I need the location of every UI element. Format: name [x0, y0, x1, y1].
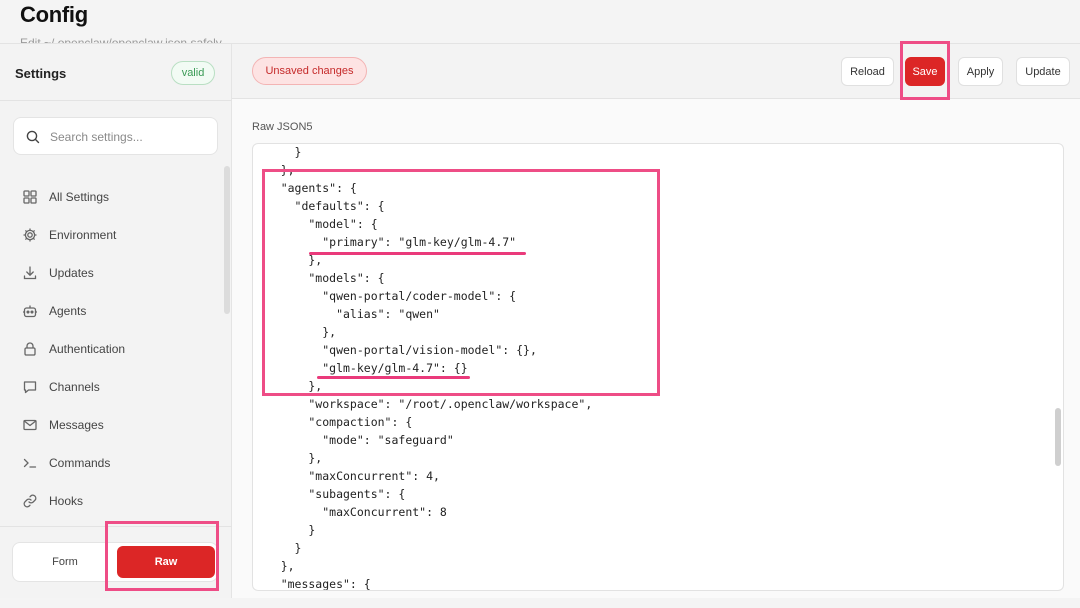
- search-box[interactable]: [13, 117, 218, 155]
- sidebar-header: Settings valid: [0, 44, 232, 100]
- sidebar-item-label: Messages: [49, 418, 104, 432]
- terminal-icon: [21, 455, 38, 472]
- sidebar-item-agents[interactable]: Agents: [0, 292, 224, 330]
- sidebar-title: Settings: [15, 66, 67, 81]
- status-badge: valid: [171, 61, 215, 85]
- sidebar: Settings valid All Settings Environment: [0, 44, 232, 598]
- sidebar-item-environment[interactable]: Environment: [0, 216, 224, 254]
- code-line: },: [253, 559, 295, 573]
- toolbar: Unsaved changes Reload Save Apply Update: [232, 44, 1080, 99]
- reload-button[interactable]: Reload: [841, 57, 894, 86]
- sidebar-item-label: Hooks: [49, 494, 84, 508]
- search-input[interactable]: [50, 126, 210, 148]
- sidebar-item-channels[interactable]: Channels: [0, 368, 224, 406]
- glm-model-underline: [317, 376, 470, 379]
- code-line: "maxConcurrent": 8: [253, 505, 447, 519]
- raw-highlight-box: [105, 521, 219, 591]
- update-button[interactable]: Update: [1016, 57, 1070, 86]
- search-icon: [25, 129, 41, 145]
- code-line: }: [253, 541, 302, 555]
- download-icon: [21, 265, 38, 282]
- sidebar-item-updates[interactable]: Updates: [0, 254, 224, 292]
- sidebar-item-all-settings[interactable]: All Settings: [0, 178, 224, 216]
- code-line: "workspace": "/root/.openclaw/workspace"…: [253, 397, 593, 411]
- sidebar-item-label: Agents: [49, 304, 87, 318]
- code-line: "messages": {: [253, 577, 371, 591]
- mail-icon: [21, 417, 38, 434]
- sidebar-divider: [0, 100, 232, 101]
- lock-icon: [21, 341, 38, 358]
- sidebar-item-authentication[interactable]: Authentication: [0, 330, 224, 368]
- agents-highlight-box: [262, 169, 660, 396]
- page-title: Config: [20, 2, 88, 27]
- sidebar-item-label: Commands: [49, 456, 111, 470]
- code-line: }: [253, 523, 316, 537]
- code-line: "maxConcurrent": 4,: [253, 469, 440, 483]
- unsaved-changes-badge: Unsaved changes: [252, 57, 367, 85]
- apply-button[interactable]: Apply: [958, 57, 1003, 86]
- sidebar-item-commands[interactable]: Commands: [0, 444, 224, 482]
- code-line: "compaction": {: [253, 415, 413, 429]
- save-highlight-box: [900, 41, 950, 100]
- sidebar-item-label: Environment: [49, 228, 117, 242]
- robot-icon: [21, 303, 38, 320]
- sidebar-item-label: Updates: [49, 266, 94, 280]
- sidebar-item-messages[interactable]: Messages: [0, 406, 224, 444]
- editor-scrollbar[interactable]: [1055, 408, 1061, 466]
- code-line: }: [253, 145, 302, 159]
- grid-icon: [21, 189, 38, 206]
- code-line: "subagents": {: [253, 487, 406, 501]
- sidebar-item-label: Authentication: [49, 342, 126, 356]
- form-mode-button[interactable]: Form: [13, 543, 117, 581]
- code-line: "mode": "safeguard": [253, 433, 454, 447]
- raw-json5-label: Raw JSON5: [252, 121, 313, 133]
- page-header: Config Edit ~/.openclaw/openclaw.json sa…: [0, 0, 1080, 50]
- sidebar-item-label: Channels: [49, 380, 100, 394]
- sidebar-scrollbar[interactable]: [224, 166, 230, 314]
- sidebar-nav: All Settings Environment Updates Agents: [0, 178, 224, 520]
- sidebar-item-label: All Settings: [49, 190, 110, 204]
- sidebar-item-hooks[interactable]: Hooks: [0, 482, 224, 520]
- chat-bubble-icon: [21, 379, 38, 396]
- primary-model-underline: [309, 252, 526, 255]
- code-line: },: [253, 451, 323, 465]
- gear-icon: [21, 227, 38, 244]
- link-icon: [21, 493, 38, 510]
